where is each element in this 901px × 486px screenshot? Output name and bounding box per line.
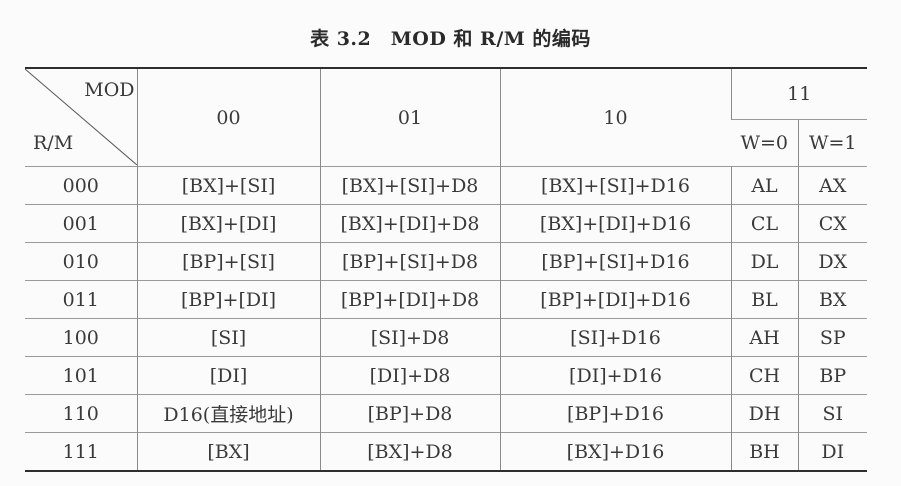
mod01-cell: [SI]+D8: [319, 318, 500, 357]
mod10-cell: [BX]+[DI]+D16: [499, 204, 731, 243]
rm-cell: 110: [25, 394, 137, 433]
header-w1: W=1: [797, 119, 867, 167]
w1-cell: DX: [797, 242, 867, 281]
table-row: 011 [BP]+[DI] [BP]+[DI]+D8 [BP]+[DI]+D16 BL B…: [25, 280, 867, 319]
w1-cell: BP: [797, 356, 867, 395]
mod00-cell: [DI]: [136, 356, 320, 395]
header-mod-01: 01: [319, 67, 500, 167]
w1-cell: BX: [797, 280, 867, 319]
w1-cell: DI: [797, 432, 867, 472]
rm-cell: 000: [25, 166, 137, 205]
w1-cell: SP: [797, 318, 867, 357]
mod01-cell: [BP]+[SI]+D8: [319, 242, 500, 281]
w0-cell: DH: [730, 394, 798, 433]
header-mod-00: 00: [136, 67, 320, 167]
mod01-cell: [BP]+D8: [319, 394, 500, 433]
table-row: 110 D16(直接地址) [BP]+D8 [BP]+D16 DH SI: [25, 394, 867, 433]
mod10-cell: [DI]+D16: [499, 356, 731, 395]
mod01-cell: [DI]+D8: [319, 356, 500, 395]
header-mod-11: 11: [730, 67, 867, 120]
mod01-cell: [BX]+D8: [319, 432, 500, 472]
table-caption: 表 3.2 MOD 和 R/M 的编码: [310, 28, 591, 50]
rm-cell: 101: [25, 356, 137, 395]
w0-cell: CH: [730, 356, 798, 395]
table-row: 100 [SI] [SI]+D8 [SI]+D16 AH SP: [25, 318, 867, 357]
w1-cell: AX: [797, 166, 867, 205]
table-row: 010 [BP]+[SI] [BP]+[SI]+D8 [BP]+[SI]+D16 DL D…: [25, 242, 867, 281]
mod00-cell: D16(直接地址): [136, 394, 320, 433]
mod00-cell: [BX]: [136, 432, 320, 472]
corner-mod-label: MOD: [84, 79, 135, 101]
w1-cell: SI: [797, 394, 867, 433]
w0-cell: CL: [730, 204, 798, 243]
mod00-cell: [BX]+[DI]: [136, 204, 320, 243]
w1-cell: CX: [797, 204, 867, 243]
mod10-cell: [BP]+[SI]+D16: [499, 242, 731, 281]
mod10-cell: [BX]+D16: [499, 432, 731, 472]
w0-cell: DL: [730, 242, 798, 281]
header-row-mod: MOD R/M 00 01 10 11: [25, 67, 867, 167]
mod00-cell: [BP]+[SI]: [136, 242, 320, 281]
rm-cell: 010: [25, 242, 137, 281]
header-w0: W=0: [731, 119, 798, 167]
mod00-cell: [BX]+[SI]: [136, 166, 320, 205]
table-row: 000 [BX]+[SI] [BX]+[SI]+D8 [BX]+[SI]+D16 AL A…: [25, 166, 867, 205]
w0-cell: BL: [730, 280, 798, 319]
corner-cell: MOD R/M: [25, 67, 137, 167]
w0-cell: AH: [730, 318, 798, 357]
rm-cell: 011: [25, 280, 137, 319]
mod01-cell: [BP]+[DI]+D8: [319, 280, 500, 319]
mod01-cell: [BX]+[SI]+D8: [319, 166, 500, 205]
mod10-cell: [SI]+D16: [499, 318, 731, 357]
rm-cell: 100: [25, 318, 137, 357]
header-mod-10: 10: [499, 67, 731, 167]
w0-cell: BH: [730, 432, 798, 472]
mod10-cell: [BP]+D16: [499, 394, 731, 433]
table-row: 001 [BX]+[DI] [BX]+[DI]+D8 [BX]+[DI]+D16 CL C…: [25, 204, 867, 243]
mod10-cell: [BP]+[DI]+D16: [499, 280, 731, 319]
corner-rm-label: R/M: [33, 132, 74, 154]
w0-cell: AL: [730, 166, 798, 205]
mod00-cell: [BP]+[DI]: [136, 280, 320, 319]
rm-cell: 001: [25, 204, 137, 243]
mod00-cell: [SI]: [136, 318, 320, 357]
table-row: 111 [BX] [BX]+D8 [BX]+D16 BH DI: [25, 432, 867, 472]
table-row: 101 [DI] [DI]+D8 [DI]+D16 CH BP: [25, 356, 867, 395]
mod10-cell: [BX]+[SI]+D16: [499, 166, 731, 205]
rm-cell: 111: [25, 432, 137, 472]
mod01-cell: [BX]+[DI]+D8: [319, 204, 500, 243]
mod-rm-table: MOD R/M 00 01 10 11 W=0 W=1 000 [BX]+[SI]…: [25, 67, 867, 472]
